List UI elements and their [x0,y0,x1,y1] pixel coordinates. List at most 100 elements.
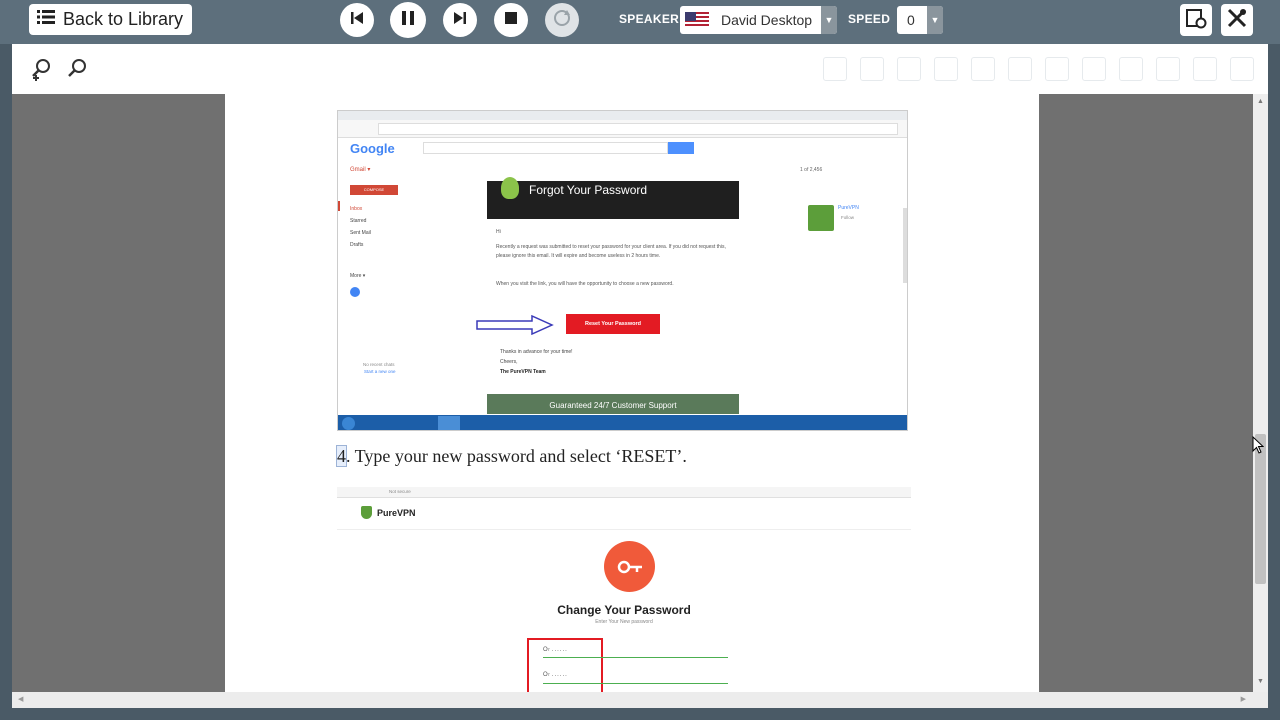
sender-follow: Follow [841,215,855,220]
delete-icon[interactable] [1230,57,1254,81]
sender-avatar [808,205,834,231]
speed-select[interactable]: 0 ▼ [897,6,943,34]
arrow-annotation [476,314,554,340]
list-icon [37,9,55,30]
reset-password-button: Reset Your Password [566,314,660,334]
more-label: More ▾ [350,273,366,279]
email-greeting: Hi [496,229,501,235]
mouse-cursor [1252,435,1265,459]
find-icon[interactable] [1008,57,1032,81]
email-thanks: Thanks in advance for your time! [500,349,573,355]
horizontal-scrollbar[interactable]: ◀ ▶ [12,692,1268,708]
purevpn-brand: PureVPN [377,508,416,518]
step-number: 4 [336,445,347,467]
document-viewer: Google Gmail ▾ 1 of 2,456 COMPOSE Inbox … [12,94,1268,692]
document-settings-button[interactable] [1180,4,1212,36]
document-gear-icon [1185,7,1207,34]
windows-taskbar [338,415,907,430]
undo-icon[interactable] [971,57,995,81]
key-icon [604,541,655,592]
browser-tab-strip [338,111,907,120]
read-icon[interactable] [1045,57,1069,81]
email-cheers: Cheers, [500,359,518,365]
key-glyph-2: OT ...... [543,672,568,678]
repeat-icon [552,8,572,33]
copy-icon[interactable] [860,57,884,81]
back-to-library-button[interactable]: Back to Library [29,4,192,35]
key-glyph-1: OT ...... [543,647,568,653]
top-bar: Back to Library SPEAKER David Desktop ▼ … [0,0,1280,44]
chevron-down-icon: ▼ [821,6,837,34]
email-header: Forgot Your Password [529,183,648,197]
email-signature: The PureVPN Team [500,369,546,375]
note-icon[interactable] [1119,57,1143,81]
document-page: Google Gmail ▾ 1 of 2,456 COMPOSE Inbox … [225,94,1039,692]
speaker-value: David Desktop [721,12,813,28]
speaker-select[interactable]: David Desktop ▼ [680,6,837,34]
skip-back-icon [350,11,364,30]
purevpn-shield-icon [501,177,519,199]
confirm-password-field [543,683,728,684]
zoom-out-icon[interactable] [66,57,90,81]
gmail-scrollbar [903,208,907,283]
purevpn-screenshot: Not secure PureVPN Change Your Password … [337,487,911,692]
new-password-field [543,657,728,658]
pause-icon [401,10,415,31]
stop-icon [505,11,517,29]
pause-button[interactable] [390,2,426,38]
gmail-search-box [423,142,668,154]
scroll-left-icon[interactable]: ◀ [18,695,23,703]
check-icon[interactable] [1193,57,1217,81]
speed-value: 0 [907,12,915,28]
browser-address-bar [338,120,907,138]
no-chats-text: No recent chats [363,362,395,367]
stop-button[interactable] [494,3,528,37]
change-password-subtitle: Enter Your New password [595,619,653,625]
email-paragraph-2: When you visit the link, you will have t… [496,281,674,287]
save-icon[interactable] [823,57,847,81]
repeat-button[interactable] [545,3,579,37]
erase-icon[interactable] [1156,57,1180,81]
gmail-search-button [668,142,694,154]
pager: 1 of 2,456 [800,167,823,173]
speaker-label: SPEAKER [619,12,680,26]
support-banner: Guaranteed 24/7 Customer Support [487,394,739,414]
document-toolbar [12,44,1268,94]
email-banner: Forgot Your Password [487,177,739,219]
gmail-screenshot: Google Gmail ▾ 1 of 2,456 COMPOSE Inbox … [337,110,908,431]
image-icon[interactable] [934,57,958,81]
email-paragraph-1: Recently a request was submitted to rese… [496,244,726,259]
step-text: . Type your new password and select ‘RES… [346,446,687,466]
folder-list: Inbox Starred Sent Mail Drafts [350,206,371,248]
step-4-instruction: 4. Type your new password and select ‘RE… [336,445,687,467]
vertical-scrollbar[interactable]: ▲ ▼ [1253,94,1268,692]
change-password-title: Change Your Password [557,603,691,617]
start-button [342,417,355,430]
scroll-right-icon[interactable]: ▶ [1241,695,1246,703]
chat-avatar [350,287,360,297]
speed-label: SPEED [848,12,891,26]
purevpn-logo-icon [361,506,372,519]
gmail-label: Gmail ▾ [350,167,371,173]
tools-icon [1226,7,1248,34]
previous-button[interactable] [340,3,374,37]
google-logo: Google [350,141,395,156]
sender-name: PureVPN [838,205,859,211]
tools-button[interactable] [1221,4,1253,36]
scroll-down-icon[interactable]: ▼ [1257,678,1264,685]
start-chat-link: Start a new one [364,369,396,374]
next-button[interactable] [443,3,477,37]
not-secure-label: Not secure [389,489,411,494]
compose-button: COMPOSE [350,185,398,195]
skip-forward-icon [453,11,467,30]
chrome-taskbar-button [438,416,460,430]
cut-icon[interactable] [897,57,921,81]
back-to-library-label: Back to Library [63,9,184,29]
chevron-down-icon: ▼ [927,6,943,34]
scroll-up-icon[interactable]: ▲ [1257,98,1264,105]
us-flag-icon [685,12,709,28]
highlight-icon[interactable] [1082,57,1106,81]
browser-address-bar: Not secure [337,487,911,498]
inbox-indicator [338,201,340,211]
zoom-in-icon[interactable] [30,57,54,81]
